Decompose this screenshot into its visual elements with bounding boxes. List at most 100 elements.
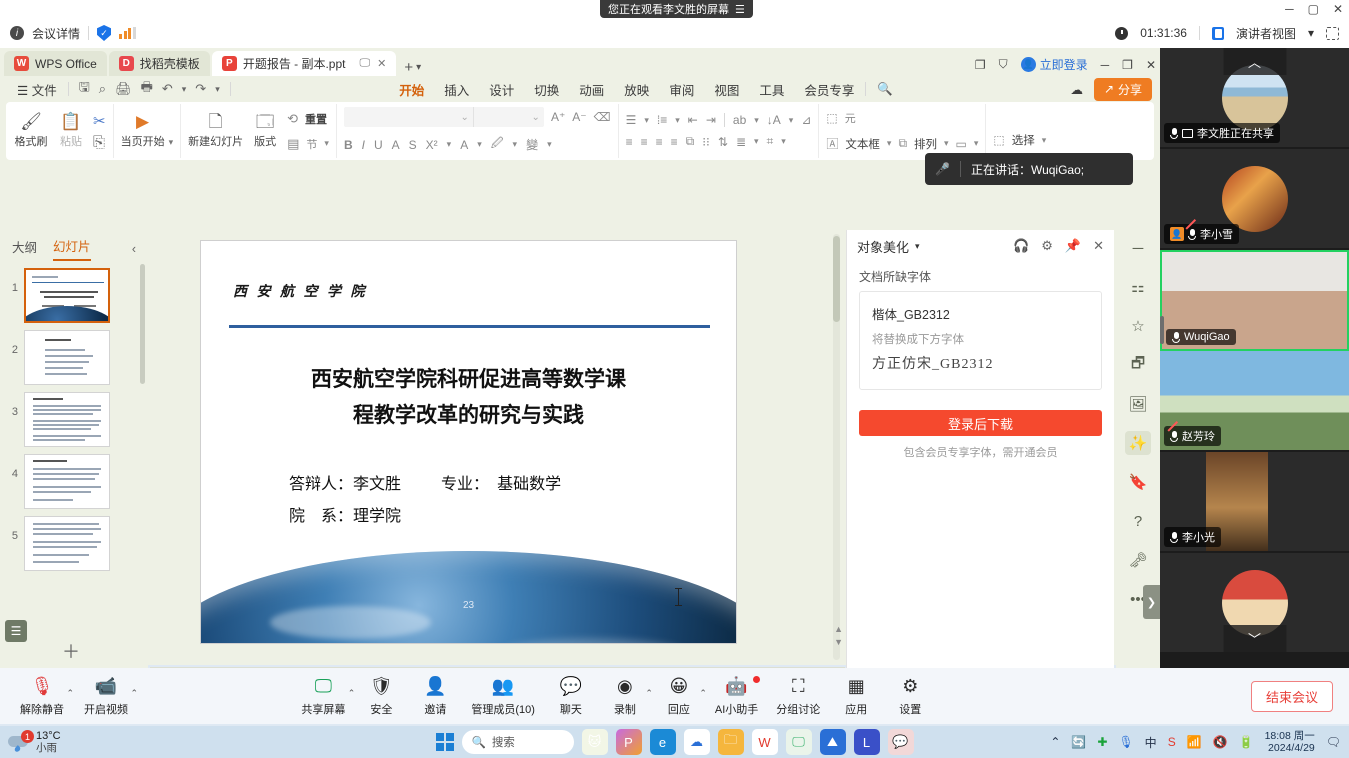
document-search-icon[interactable]: 🔖 xyxy=(1125,470,1151,494)
section-button[interactable]: ▤节▾ xyxy=(287,136,329,152)
smart-align-icon[interactable]: ⊿ xyxy=(801,113,811,127)
tab-slides[interactable]: 幻灯片 xyxy=(53,236,91,261)
breakout-rooms-button[interactable]: ⛶ 分组讨论 xyxy=(768,676,828,717)
unmute-button[interactable]: 🎙 解除静音 ⌃ xyxy=(12,676,72,717)
start-from-current-slide-button[interactable]: ▶ 当页开始 xyxy=(121,113,165,149)
chevron-down-icon[interactable]: ▾ xyxy=(416,62,421,73)
taskbar-app-cloud-icon[interactable]: ☁ xyxy=(684,729,710,755)
select-icon[interactable]: ⬚ xyxy=(993,133,1004,147)
tips-icon[interactable]: ⛉ xyxy=(999,57,1008,72)
apps-button[interactable]: ▦ 应用 xyxy=(830,676,882,717)
outline-toggle-button[interactable]: ☰ xyxy=(5,620,27,642)
slide-thumbnail-2[interactable] xyxy=(24,330,110,385)
next-slide-icon[interactable]: ▼ xyxy=(834,637,843,647)
strikethrough-icon[interactable]: S xyxy=(409,138,417,152)
search-icon[interactable]: 🔍 xyxy=(868,80,902,99)
ai-assistant-button[interactable]: 🤖 AI小助手 xyxy=(707,676,766,717)
view-mode-label[interactable]: 演讲者视图 xyxy=(1236,25,1296,42)
tray-antivirus-icon[interactable]: ✚ xyxy=(1097,735,1107,749)
font-family-select[interactable]: ⌄ ⌄ xyxy=(344,107,544,127)
arrange-icon[interactable]: ⧉ xyxy=(898,136,907,151)
chat-button[interactable]: 💬 聊天 xyxy=(545,676,597,717)
print-preview-icon[interactable]: 🖶 xyxy=(141,78,153,100)
participants-scrollbar[interactable] xyxy=(1160,316,1164,344)
new-tab-button[interactable]: + ▾ xyxy=(398,59,427,76)
download-after-login-button[interactable]: 登录后下载 xyxy=(859,410,1102,436)
tray-battery-icon[interactable]: 🔋 xyxy=(1239,735,1254,749)
text-direction-icon[interactable]: ab xyxy=(733,113,746,127)
tray-clock[interactable]: 18:08 周一 2024/4/29 xyxy=(1265,730,1315,754)
tab-docer-template[interactable]: D 找稻壳模板 xyxy=(109,51,210,76)
chevron-down-icon[interactable]: ▾ xyxy=(447,139,452,150)
notification-center-icon[interactable]: 🗨 xyxy=(1326,735,1341,749)
reaction-button[interactable]: 😀 回应 ⌃ xyxy=(653,676,705,717)
rail-expand-handle[interactable]: ❯ xyxy=(1143,585,1160,619)
tab-outline[interactable]: 大纲 xyxy=(12,237,37,260)
pin-icon[interactable]: 📌 xyxy=(1065,238,1081,254)
ribbon-tab-home[interactable]: 开始 xyxy=(390,78,433,101)
ai-tools-icon[interactable]: 🗝 xyxy=(1125,548,1151,572)
decrease-font-size-icon[interactable]: A⁻ xyxy=(572,110,586,124)
superscript-icon[interactable]: X² xyxy=(426,138,438,152)
taskbar-app-meeting-icon[interactable]: 🖵 xyxy=(786,729,812,755)
text-box-label[interactable]: 文本框 xyxy=(845,136,880,152)
beautify-magic-icon[interactable]: ✨ xyxy=(1125,431,1151,455)
chevron-down-icon[interactable]: ▾ xyxy=(1308,26,1314,40)
thumbnail-item[interactable]: 3 xyxy=(0,385,148,447)
network-signal-icon[interactable] xyxy=(119,27,136,39)
italic-icon[interactable]: I xyxy=(362,138,365,152)
shapes-library-icon[interactable]: 🗗 xyxy=(1125,353,1151,377)
chevron-up-icon[interactable]: ⌃ xyxy=(130,688,138,699)
chevron-down-icon[interactable]: ▾ xyxy=(675,115,680,126)
headset-support-icon[interactable]: 🎧 xyxy=(1013,238,1029,254)
slide-thumbnail-3[interactable] xyxy=(24,392,110,447)
slide-meta-block[interactable]: 答辩人：李文胜专业： 基础数学 院 系：理学院 xyxy=(289,469,561,533)
convert-smartart-icon[interactable]: ⌗ xyxy=(767,134,774,149)
ribbon-tab-review[interactable]: 审阅 xyxy=(660,78,703,101)
gear-icon[interactable]: ⚙ xyxy=(1041,238,1053,254)
chevron-down-icon[interactable]: ▾ xyxy=(169,137,174,158)
window-split-icon[interactable]: ❐ xyxy=(975,58,986,72)
manage-members-button[interactable]: 👥 管理成员(10) xyxy=(463,676,543,717)
canvas-vertical-scrollbar[interactable] xyxy=(833,234,840,660)
tab-presentation-file[interactable]: P 开题报告 - 副本.ppt 🖵 ✕ xyxy=(212,51,397,76)
chevron-down-icon[interactable]: ▾ xyxy=(1042,135,1047,146)
cloud-icon[interactable]: ☁ xyxy=(1061,80,1092,99)
taskbar-app-wps-icon[interactable]: W xyxy=(752,729,778,755)
participant-video-strip[interactable]: ︿ 李文胜正在共享 👤 李小雪 WuqiGao 赵芳玲 xyxy=(1160,48,1349,668)
chevron-down-icon[interactable]: ▾ xyxy=(754,115,759,126)
tray-sync-icon[interactable]: 🔄 xyxy=(1071,735,1086,749)
tab-wps-office[interactable]: W WPS Office xyxy=(4,51,107,76)
favorites-star-icon[interactable]: ☆ xyxy=(1125,314,1151,338)
reset-button[interactable]: ⟲重置 xyxy=(287,111,327,127)
share-screen-button[interactable]: 🖵 共享屏幕 ⌃ xyxy=(293,676,353,717)
banner-menu-icon[interactable]: ☰ xyxy=(735,3,745,16)
end-meeting-button[interactable]: 结束会议 xyxy=(1251,681,1333,712)
chevron-down-icon[interactable]: ▾ xyxy=(477,139,482,150)
previous-slide-icon[interactable]: ▲ xyxy=(834,624,843,634)
slide-thumbnail-5[interactable] xyxy=(24,516,110,571)
line-spacing-icon[interactable]: ↓A xyxy=(767,113,781,127)
thumbnail-item[interactable]: 2 xyxy=(0,323,148,385)
settings-sliders-icon[interactable]: ⚏ xyxy=(1125,275,1151,299)
quick-access-toolbar[interactable]: 🖫 ⌕ 🖨 🖶 ↶ ▾ ↷ ▾ xyxy=(79,78,220,100)
close-icon[interactable]: ✕ xyxy=(1093,238,1104,254)
chevron-up-icon[interactable]: ⌃ xyxy=(699,688,707,699)
canvas-nav-buttons[interactable]: ▲ ▼ xyxy=(834,624,843,647)
increase-indent-icon[interactable]: ⇥ xyxy=(706,113,716,127)
share-button[interactable]: ↗ 分享 xyxy=(1094,78,1152,101)
text-box-icon[interactable]: 🄰 xyxy=(826,135,838,152)
meeting-details-group[interactable]: i 会议详情 ✓ xyxy=(10,25,136,42)
tray-sogou-icon[interactable]: S xyxy=(1168,735,1176,749)
thumbnail-scrollbar[interactable] xyxy=(140,264,145,384)
participant-tile[interactable]: ﹀ xyxy=(1160,553,1349,654)
current-slide[interactable]: 西 安 航 空 学 院 西安航空学院科研促进高等数学课 程教学改革的研究与实践 … xyxy=(200,240,737,644)
justify-icon[interactable]: ≡ xyxy=(671,135,678,149)
underline-icon[interactable]: U xyxy=(374,138,383,152)
taskbar-search-box[interactable]: 🔍 搜索 xyxy=(462,730,574,754)
settings-button[interactable]: ⚙ 设置 xyxy=(884,676,936,717)
new-slide-button[interactable]: 🗋 新建幻灯片 xyxy=(188,113,243,149)
ribbon-tab-design[interactable]: 设计 xyxy=(480,78,523,101)
taskbar-app-lark-icon[interactable]: L xyxy=(854,729,880,755)
taskbar-app-edge-icon[interactable]: e xyxy=(650,729,676,755)
